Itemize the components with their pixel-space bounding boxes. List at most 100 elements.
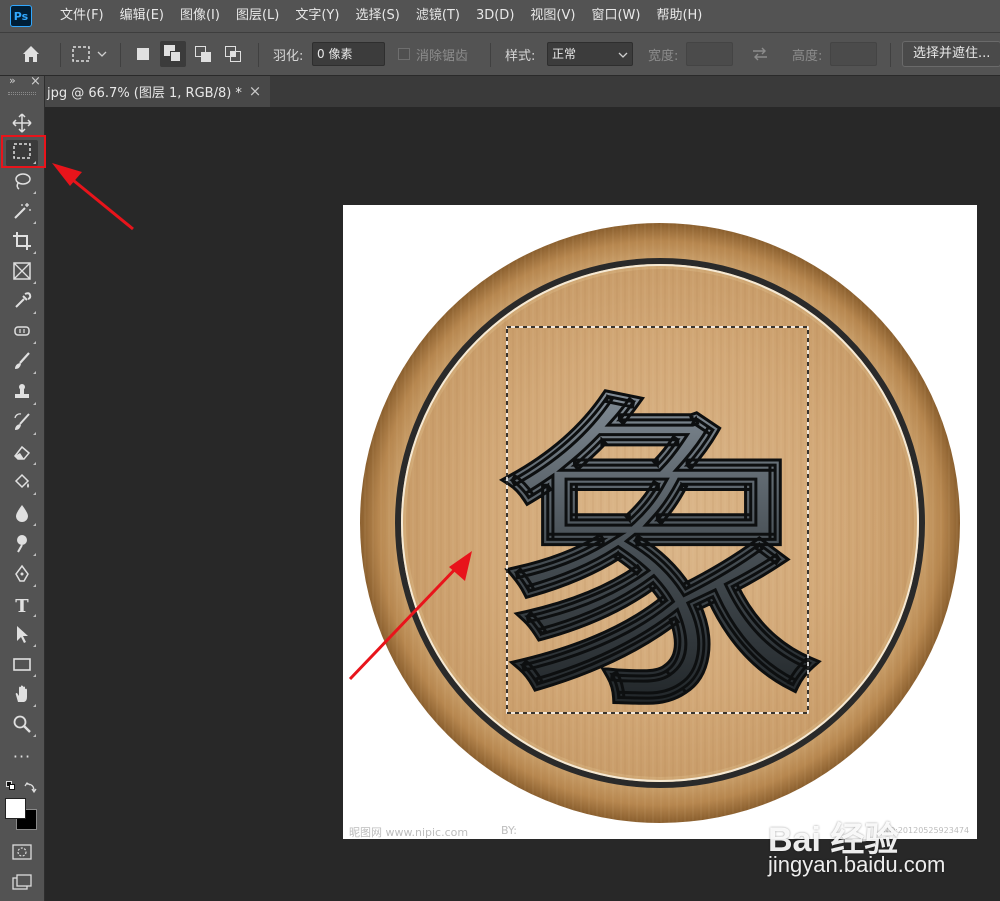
path-selection-tool[interactable] — [6, 623, 38, 649]
width-input[interactable] — [686, 42, 733, 66]
new-selection-icon — [134, 45, 152, 63]
history-brush-tool[interactable] — [6, 411, 38, 437]
tool-highlight-box — [1, 135, 46, 168]
brush-icon — [12, 351, 32, 375]
document-canvas[interactable]: 象 昵图网 www.nipic.com BY: NO:2012052592347… — [343, 205, 977, 839]
menu-type[interactable]: 文字(Y) — [287, 0, 347, 32]
brush-tool[interactable] — [6, 350, 38, 376]
quick-mask-icon — [12, 844, 32, 860]
photoshop-logo-icon[interactable]: Ps — [10, 5, 32, 27]
add-to-selection-button[interactable] — [160, 33, 186, 75]
spot-healing-tool[interactable] — [6, 320, 38, 346]
subtract-selection-button[interactable] — [194, 33, 212, 75]
tool-group-indicator — [33, 432, 36, 435]
intersect-selection-button[interactable] — [224, 33, 242, 75]
divider — [258, 43, 259, 67]
tool-group-indicator — [33, 281, 36, 284]
hand-tool[interactable] — [6, 683, 38, 709]
feather-label: 羽化: — [273, 48, 304, 64]
paint-bucket-tool[interactable] — [6, 471, 38, 497]
swap-dimensions-button[interactable] — [751, 33, 769, 75]
lasso-tool[interactable] — [6, 170, 38, 196]
magic-wand-icon — [12, 201, 32, 225]
tool-group-indicator — [33, 221, 36, 224]
menu-layer[interactable]: 图层(L) — [228, 0, 287, 32]
options-bar: 羽化: 0 像素 消除锯齿 样式: 正常 宽度: 高度: 选择并遮住... — [0, 32, 1000, 76]
tool-group-indicator — [33, 462, 36, 465]
arrow-to-marquee-tool — [52, 163, 134, 231]
document-tab[interactable]: jpg @ 66.7% (图层 1, RGB/8) * × — [45, 76, 270, 107]
magic-wand-tool[interactable] — [6, 200, 38, 226]
menu-help[interactable]: 帮助(H) — [648, 0, 710, 32]
tool-group-indicator — [33, 553, 36, 556]
type-icon: T — [15, 595, 29, 617]
screen-mode-button[interactable] — [11, 873, 33, 891]
tool-group-indicator — [33, 584, 36, 587]
chevron-down-icon — [618, 52, 628, 58]
tool-group-indicator — [33, 371, 36, 374]
author-watermark: BY: — [501, 824, 517, 837]
dodge-tool[interactable] — [6, 532, 38, 558]
home-button[interactable] — [20, 33, 42, 75]
close-icon[interactable]: × — [245, 76, 265, 107]
baidu-url: jingyan.baidu.com — [768, 852, 946, 877]
feather-input[interactable]: 0 像素 — [312, 42, 385, 66]
crop-tool[interactable] — [6, 230, 38, 256]
toolbox-grip[interactable] — [8, 92, 36, 95]
zoom-tool[interactable] — [6, 713, 38, 739]
chess-piece-image: 象 — [360, 223, 960, 823]
tool-group-indicator — [33, 523, 36, 526]
menu-edit[interactable]: 编辑(E) — [112, 0, 172, 32]
frame-tool[interactable] — [6, 260, 38, 286]
eraser-tool[interactable] — [6, 441, 38, 467]
close-panel-icon[interactable]: × — [30, 74, 41, 89]
default-colors-icon[interactable] — [6, 781, 16, 791]
nipic-watermark: 昵图网 www.nipic.com — [349, 826, 469, 839]
antialias-checkbox[interactable] — [398, 48, 410, 60]
rectangle-tool[interactable] — [6, 653, 38, 679]
eyedropper-tool[interactable] — [6, 290, 38, 316]
tool-group-indicator — [33, 674, 36, 677]
menu-3d[interactable]: 3D(D) — [468, 0, 522, 32]
select-and-mask-button[interactable]: 选择并遮住... — [902, 41, 1000, 67]
pen-icon — [12, 564, 32, 588]
zoom-icon — [12, 714, 32, 738]
clone-stamp-tool[interactable] — [6, 381, 38, 407]
swap-colors-icon[interactable] — [24, 779, 38, 794]
tool-group-indicator — [33, 311, 36, 314]
more-icon: ··· — [12, 746, 32, 766]
new-selection-button[interactable] — [134, 33, 152, 75]
menu-file[interactable]: 文件(F) — [52, 0, 112, 32]
foreground-color-swatch[interactable] — [5, 798, 26, 819]
menu-filter[interactable]: 滤镜(T) — [408, 0, 468, 32]
height-input[interactable] — [830, 42, 877, 66]
toolbox-header: » × — [0, 74, 45, 90]
stamp-icon — [12, 382, 32, 406]
pen-tool[interactable] — [6, 563, 38, 589]
hand-icon — [12, 684, 32, 708]
antialias-label: 消除锯齿 — [416, 48, 469, 64]
blur-tool[interactable] — [6, 502, 38, 528]
tool-group-indicator — [33, 492, 36, 495]
tool-group-indicator — [33, 734, 36, 737]
quick-mask-button[interactable] — [11, 843, 33, 861]
edit-toolbar[interactable]: ··· — [6, 743, 38, 769]
tool-group-indicator — [33, 191, 36, 194]
eyedropper-icon — [12, 291, 32, 315]
menu-bar: Ps 文件(F) 编辑(E) 图像(I) 图层(L) 文字(Y) 选择(S) 滤… — [0, 0, 1000, 32]
menu-image[interactable]: 图像(I) — [172, 0, 228, 32]
menu-view[interactable]: 视图(V) — [522, 0, 583, 32]
collapse-panel-icon[interactable]: » — [9, 74, 16, 87]
menu-select[interactable]: 选择(S) — [347, 0, 407, 32]
type-tool[interactable]: T — [6, 593, 38, 619]
divider — [490, 43, 491, 67]
tool-group-indicator — [33, 614, 36, 617]
tool-preset-picker[interactable] — [70, 33, 108, 75]
style-select[interactable]: 正常 — [547, 42, 633, 66]
marquee-preset-icon — [72, 46, 90, 62]
document-tab-bar: jpg @ 66.7% (图层 1, RGB/8) * × — [45, 76, 1000, 107]
tool-group-indicator — [33, 251, 36, 254]
home-icon — [23, 46, 39, 62]
style-select-value: 正常 — [552, 47, 577, 61]
menu-window[interactable]: 窗口(W) — [583, 0, 648, 32]
